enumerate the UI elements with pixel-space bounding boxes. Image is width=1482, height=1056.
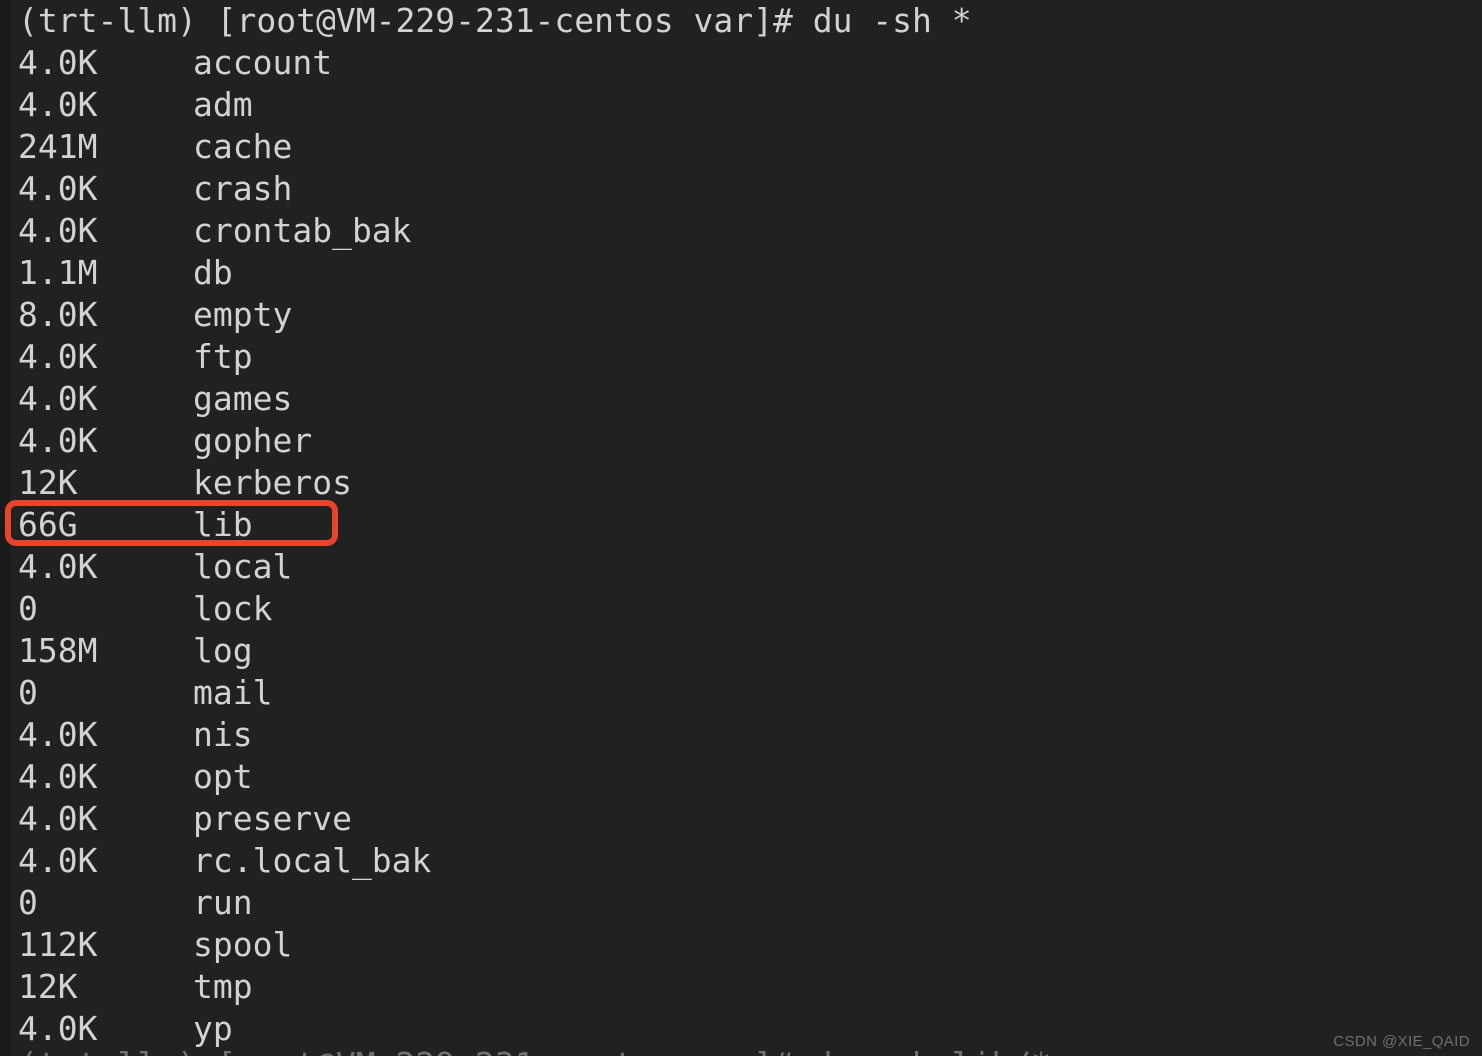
du-row-size: 4.0K	[18, 757, 98, 796]
du-row-size: 8.0K	[18, 295, 98, 334]
terminal-screen[interactable]: (trt-llm) [root@VM-229-231-centos var]# …	[0, 0, 1482, 1056]
du-row-name: kerberos	[193, 463, 352, 502]
du-row: 4.0K crash	[0, 168, 1482, 210]
command-prompt-line: (trt-llm) [root@VM-229-231-centos var]# …	[18, 1, 972, 40]
du-row: 4.0K gopher	[0, 420, 1482, 462]
du-row: 4.0K account	[0, 42, 1482, 84]
du-row: 4.0K games	[0, 378, 1482, 420]
du-row-name: lib	[193, 505, 253, 544]
du-row: 12K kerberos	[0, 462, 1482, 504]
du-row: 4.0K opt	[0, 756, 1482, 798]
du-row-name: rc.local_bak	[193, 841, 432, 880]
du-row: 0 lock	[0, 588, 1482, 630]
du-row-name: lock	[193, 589, 273, 628]
du-row: 12K tmp	[0, 966, 1482, 1008]
du-row-size: 4.0K	[18, 43, 98, 82]
du-row-size: 0	[18, 883, 38, 922]
du-row: 4.0K preserve	[0, 798, 1482, 840]
du-row-size: 241M	[18, 127, 98, 166]
du-row: 1.1M db	[0, 252, 1482, 294]
du-row-size: 4.0K	[18, 211, 98, 250]
csdn-watermark: CSDN @XIE_QAID	[1333, 1033, 1470, 1050]
du-row-size: 158M	[18, 631, 98, 670]
du-row-name: log	[193, 631, 253, 670]
du-row-name: db	[193, 253, 233, 292]
du-row-name: nis	[193, 715, 253, 754]
du-row: 0 mail	[0, 672, 1482, 714]
du-row-name: preserve	[193, 799, 352, 838]
du-row: 8.0K empty	[0, 294, 1482, 336]
du-row-name: account	[193, 43, 333, 82]
du-row-name: ftp	[193, 337, 253, 376]
du-row: 4.0K adm	[0, 84, 1482, 126]
du-row-name: games	[193, 379, 293, 418]
du-row: 158M log	[0, 630, 1482, 672]
du-row-name: run	[193, 883, 253, 922]
du-row-name: local	[193, 547, 293, 586]
du-row-size: 4.0K	[18, 841, 98, 880]
du-row: 4.0K ftp	[0, 336, 1482, 378]
du-output-list: 4.0K account 4.0K adm 241M cache 4.0K crash 4.0K…	[0, 42, 1482, 1050]
du-row-name: spool	[193, 925, 293, 964]
du-row: 0 run	[0, 882, 1482, 924]
du-row-size: 4.0K	[18, 169, 98, 208]
du-row-size: 0	[18, 589, 38, 628]
du-row: 4.0K nis	[0, 714, 1482, 756]
du-row-size: 12K	[18, 967, 78, 1006]
du-row-size: 12K	[18, 463, 78, 502]
du-row-size: 4.0K	[18, 337, 98, 376]
du-row-size: 66G	[18, 505, 78, 544]
du-row-name: gopher	[193, 421, 313, 460]
du-row-name: opt	[193, 757, 253, 796]
du-row-name: mail	[193, 673, 273, 712]
terminal-window[interactable]: (trt-llm) [root@VM-229-231-centos var]# …	[0, 0, 1482, 1056]
du-row: 4.0K rc.local_bak	[0, 840, 1482, 882]
du-row-size: 4.0K	[18, 547, 98, 586]
du-row-name: cache	[193, 127, 293, 166]
du-row-size: 4.0K	[18, 379, 98, 418]
du-row: 112K spool	[0, 924, 1482, 966]
du-row-size: 0	[18, 673, 38, 712]
du-row-size: 4.0K	[18, 421, 98, 460]
du-row: 241M cache	[0, 126, 1482, 168]
du-row-size: 112K	[18, 925, 98, 964]
du-row-size: 1.1M	[18, 253, 98, 292]
du-row: 4.0K local	[0, 546, 1482, 588]
du-row-size: 4.0K	[18, 799, 98, 838]
du-row-name: crontab_bak	[193, 211, 412, 250]
du-row-size: 4.0K	[18, 85, 98, 124]
du-row-name: adm	[193, 85, 253, 124]
du-row-name: crash	[193, 169, 293, 208]
du-row-size: 4.0K	[18, 715, 98, 754]
du-row: 66G lib	[0, 504, 1482, 546]
du-row-name: empty	[193, 295, 293, 334]
bottom-clipped-prompt-line: (trt-llm) [root@VM-229-231-centos var]# …	[18, 1044, 1051, 1056]
du-row-name: tmp	[193, 967, 253, 1006]
du-row: 4.0K crontab_bak	[0, 210, 1482, 252]
